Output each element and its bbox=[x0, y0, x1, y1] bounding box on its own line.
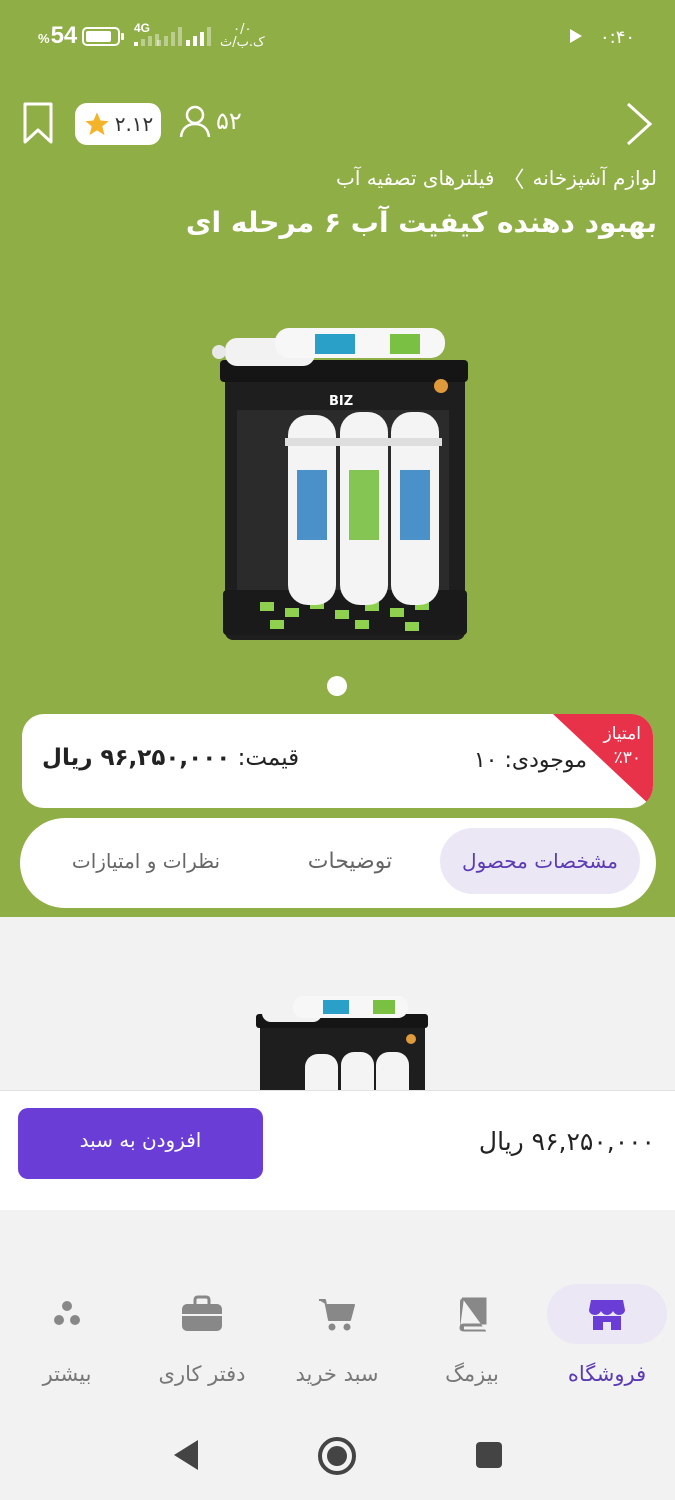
battery-percentage: %54 bbox=[38, 22, 78, 49]
add-to-cart-button[interactable]: افزودن به سبد bbox=[18, 1108, 263, 1179]
nav-label-office: دفتر کاری bbox=[158, 1362, 246, 1386]
system-navigation-bar bbox=[0, 1412, 675, 1500]
nav-item-more[interactable]: بیشتر bbox=[7, 1284, 127, 1394]
briefcase-icon bbox=[182, 1295, 222, 1331]
clock: ۰:۴۰ bbox=[600, 27, 636, 48]
water-filter-illustration: BIZ bbox=[212, 328, 468, 640]
svg-text:BIZ: BIZ bbox=[329, 394, 353, 409]
back-button[interactable] bbox=[620, 102, 660, 146]
nav-office-icon-wrap bbox=[142, 1284, 262, 1344]
bookmark-icon bbox=[23, 102, 53, 144]
stock-info: موجودی: ۱۰ bbox=[474, 748, 587, 773]
stock-label: موجودی: bbox=[504, 748, 587, 773]
nav-item-office[interactable]: دفتر کاری bbox=[142, 1284, 262, 1394]
discount-ribbon-text: امتیاز ٪۳۰ bbox=[603, 724, 641, 768]
tab-reviews[interactable]: نظرات و امتیازات bbox=[56, 828, 236, 894]
system-back-icon[interactable] bbox=[174, 1440, 198, 1470]
product-title: بهبود دهنده کیفیت آب ۶ مرحله ای bbox=[185, 206, 657, 239]
followers-value: ۵۲ bbox=[216, 107, 242, 135]
battery-icon bbox=[82, 27, 124, 46]
tab-description[interactable]: توضیحات bbox=[270, 828, 430, 894]
nav-item-cart[interactable]: سبد خرید bbox=[277, 1284, 397, 1394]
followers-count: ۵۲ bbox=[178, 104, 242, 138]
cart-icon bbox=[319, 1299, 355, 1331]
chevron-right-icon bbox=[626, 102, 653, 146]
price-card: امتیاز ٪۳۰ موجودی: ۱۰ قیمت: ۹۶,۲۵۰,۰۰۰ ر… bbox=[22, 714, 653, 808]
breadcrumb: لوازم آشپزخانه 〉 فیلترهای تصفیه آب bbox=[336, 162, 657, 194]
breadcrumb-subcategory[interactable]: فیلترهای تصفیه آب bbox=[336, 166, 494, 190]
stock-value: ۱۰ bbox=[473, 748, 498, 773]
status-bar: %54 4G ۰/۰ ک.ب/ث ۰:۴۰ bbox=[0, 0, 675, 75]
data-speed-indicator: ۰/۰ ک.ب/ث bbox=[220, 22, 265, 50]
product-tabs: مشخصات محصول توضیحات نظرات و امتیازات bbox=[20, 818, 656, 908]
purchase-bar: افزودن به سبد ۹۶,۲۵۰,۰۰۰ ریال bbox=[0, 1090, 675, 1210]
user-icon bbox=[179, 105, 211, 138]
product-thumbnail bbox=[256, 996, 428, 1092]
price-info: قیمت: ۹۶,۲۵۰,۰۰۰ ریال bbox=[42, 745, 299, 771]
product-image[interactable]: BIZ bbox=[205, 320, 470, 654]
rating-badge[interactable]: ۲.۱۲ bbox=[75, 103, 161, 145]
nav-cart-icon-wrap bbox=[277, 1284, 397, 1344]
play-icon bbox=[570, 29, 582, 43]
rating-value: ۲.۱۲ bbox=[114, 112, 154, 136]
nav-label-bizmag: بیزمگ bbox=[445, 1362, 499, 1386]
price-label: قیمت: bbox=[237, 745, 300, 771]
bookmark-button[interactable] bbox=[22, 102, 54, 144]
signal-1-icon bbox=[134, 34, 159, 46]
bottom-navigation: فروشگاه بیزمگ سبد خرید دفتر کاری بیشتر bbox=[0, 1262, 675, 1412]
nav-label-more: بیشتر bbox=[42, 1362, 92, 1386]
nav-item-store[interactable]: فروشگاه bbox=[547, 1284, 667, 1394]
nav-item-bizmag[interactable]: بیزمگ bbox=[412, 1284, 532, 1394]
breadcrumb-category[interactable]: لوازم آشپزخانه bbox=[532, 166, 657, 190]
signal-3-icon bbox=[186, 26, 211, 46]
price-value: ۹۶,۲۵۰,۰۰۰ ریال bbox=[42, 745, 231, 771]
system-recents-icon[interactable] bbox=[476, 1442, 502, 1468]
more-icon bbox=[54, 1301, 80, 1325]
book-icon bbox=[459, 1297, 487, 1332]
nav-store-icon-wrap bbox=[547, 1284, 667, 1344]
system-home-icon[interactable] bbox=[318, 1437, 356, 1475]
star-icon bbox=[85, 112, 109, 136]
tab-specifications[interactable]: مشخصات محصول bbox=[440, 828, 640, 894]
breadcrumb-separator: 〉 bbox=[502, 168, 525, 193]
signal-2-icon bbox=[157, 26, 182, 46]
network-type-label: 4G bbox=[134, 21, 151, 35]
nav-more-icon-wrap bbox=[7, 1284, 127, 1344]
purchase-bar-price: ۹۶,۲۵۰,۰۰۰ ریال bbox=[478, 1127, 655, 1156]
nav-label-cart: سبد خرید bbox=[295, 1362, 379, 1386]
nav-bizmag-icon-wrap bbox=[412, 1284, 532, 1344]
carousel-dot-active[interactable] bbox=[327, 676, 347, 696]
nav-label-store: فروشگاه bbox=[567, 1362, 647, 1386]
store-icon bbox=[589, 1300, 625, 1330]
tab-content bbox=[0, 917, 675, 1092]
